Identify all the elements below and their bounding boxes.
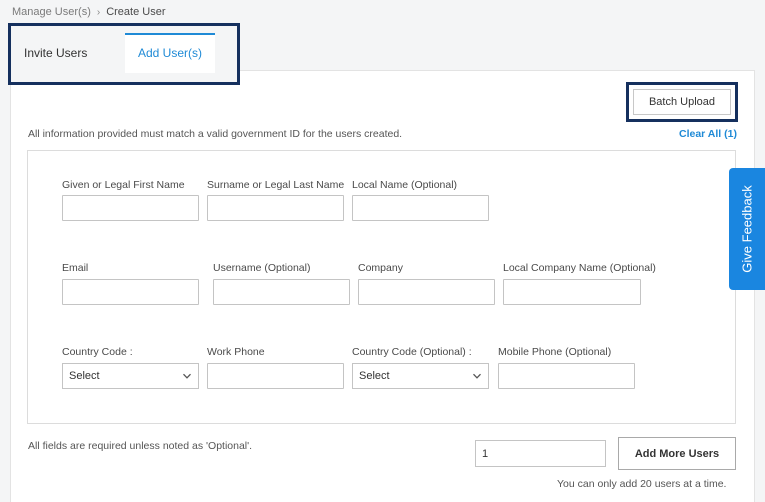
country-code-optional-select[interactable]: Select: [352, 363, 489, 389]
first-name-input[interactable]: [62, 195, 199, 221]
tab-bar: Invite Users Add User(s): [8, 23, 240, 85]
tab-add-users[interactable]: Add User(s): [125, 33, 215, 73]
required-fields-note: All fields are required unless noted as …: [28, 440, 253, 452]
username-label: Username (Optional): [213, 262, 311, 274]
give-feedback-tab[interactable]: Give Feedback: [729, 168, 765, 290]
email-input[interactable]: [62, 279, 199, 305]
batch-upload-frame: Batch Upload: [626, 82, 738, 122]
mobile-phone-input[interactable]: [498, 363, 635, 389]
company-input[interactable]: [358, 279, 495, 305]
user-form: Given or Legal First Name Surname or Leg…: [27, 150, 736, 424]
local-name-input[interactable]: [352, 195, 489, 221]
give-feedback-label: Give Feedback: [739, 185, 755, 273]
user-limit-note: You can only add 20 users at a time.: [557, 478, 727, 490]
breadcrumb-create-user: Create User: [106, 6, 166, 18]
work-phone-input[interactable]: [207, 363, 344, 389]
country-code-value: Select: [69, 370, 100, 382]
chevron-right-icon: ›: [96, 6, 101, 18]
email-label: Email: [62, 262, 89, 274]
local-name-label: Local Name (Optional): [352, 179, 458, 191]
user-count-input[interactable]: [475, 440, 606, 467]
add-more-users-button[interactable]: Add More Users: [618, 437, 736, 470]
id-requirement-note: All information provided must match a va…: [28, 128, 403, 140]
clear-all-link[interactable]: Clear All (1): [679, 128, 737, 140]
country-code-optional-value: Select: [359, 370, 390, 382]
username-input[interactable]: [213, 279, 350, 305]
country-code-select[interactable]: Select: [62, 363, 199, 389]
country-code-optional-label: Country Code (Optional) :: [352, 346, 472, 358]
work-phone-label: Work Phone: [207, 346, 265, 358]
tab-invite-users[interactable]: Invite Users: [24, 33, 87, 73]
batch-upload-button[interactable]: Batch Upload: [633, 89, 731, 115]
last-name-label: Surname or Legal Last Name: [207, 179, 345, 191]
chevron-down-icon: [473, 373, 481, 379]
chevron-down-icon: [183, 373, 191, 379]
mobile-phone-label: Mobile Phone (Optional): [498, 346, 612, 358]
breadcrumb-manage-users[interactable]: Manage User(s): [12, 6, 91, 18]
local-company-input[interactable]: [503, 279, 641, 305]
last-name-input[interactable]: [207, 195, 344, 221]
first-name-label: Given or Legal First Name: [62, 179, 185, 191]
breadcrumb: Manage User(s) › Create User: [12, 6, 166, 18]
company-label: Company: [358, 262, 403, 274]
local-company-label: Local Company Name (Optional): [503, 262, 656, 274]
country-code-label: Country Code :: [62, 346, 133, 358]
